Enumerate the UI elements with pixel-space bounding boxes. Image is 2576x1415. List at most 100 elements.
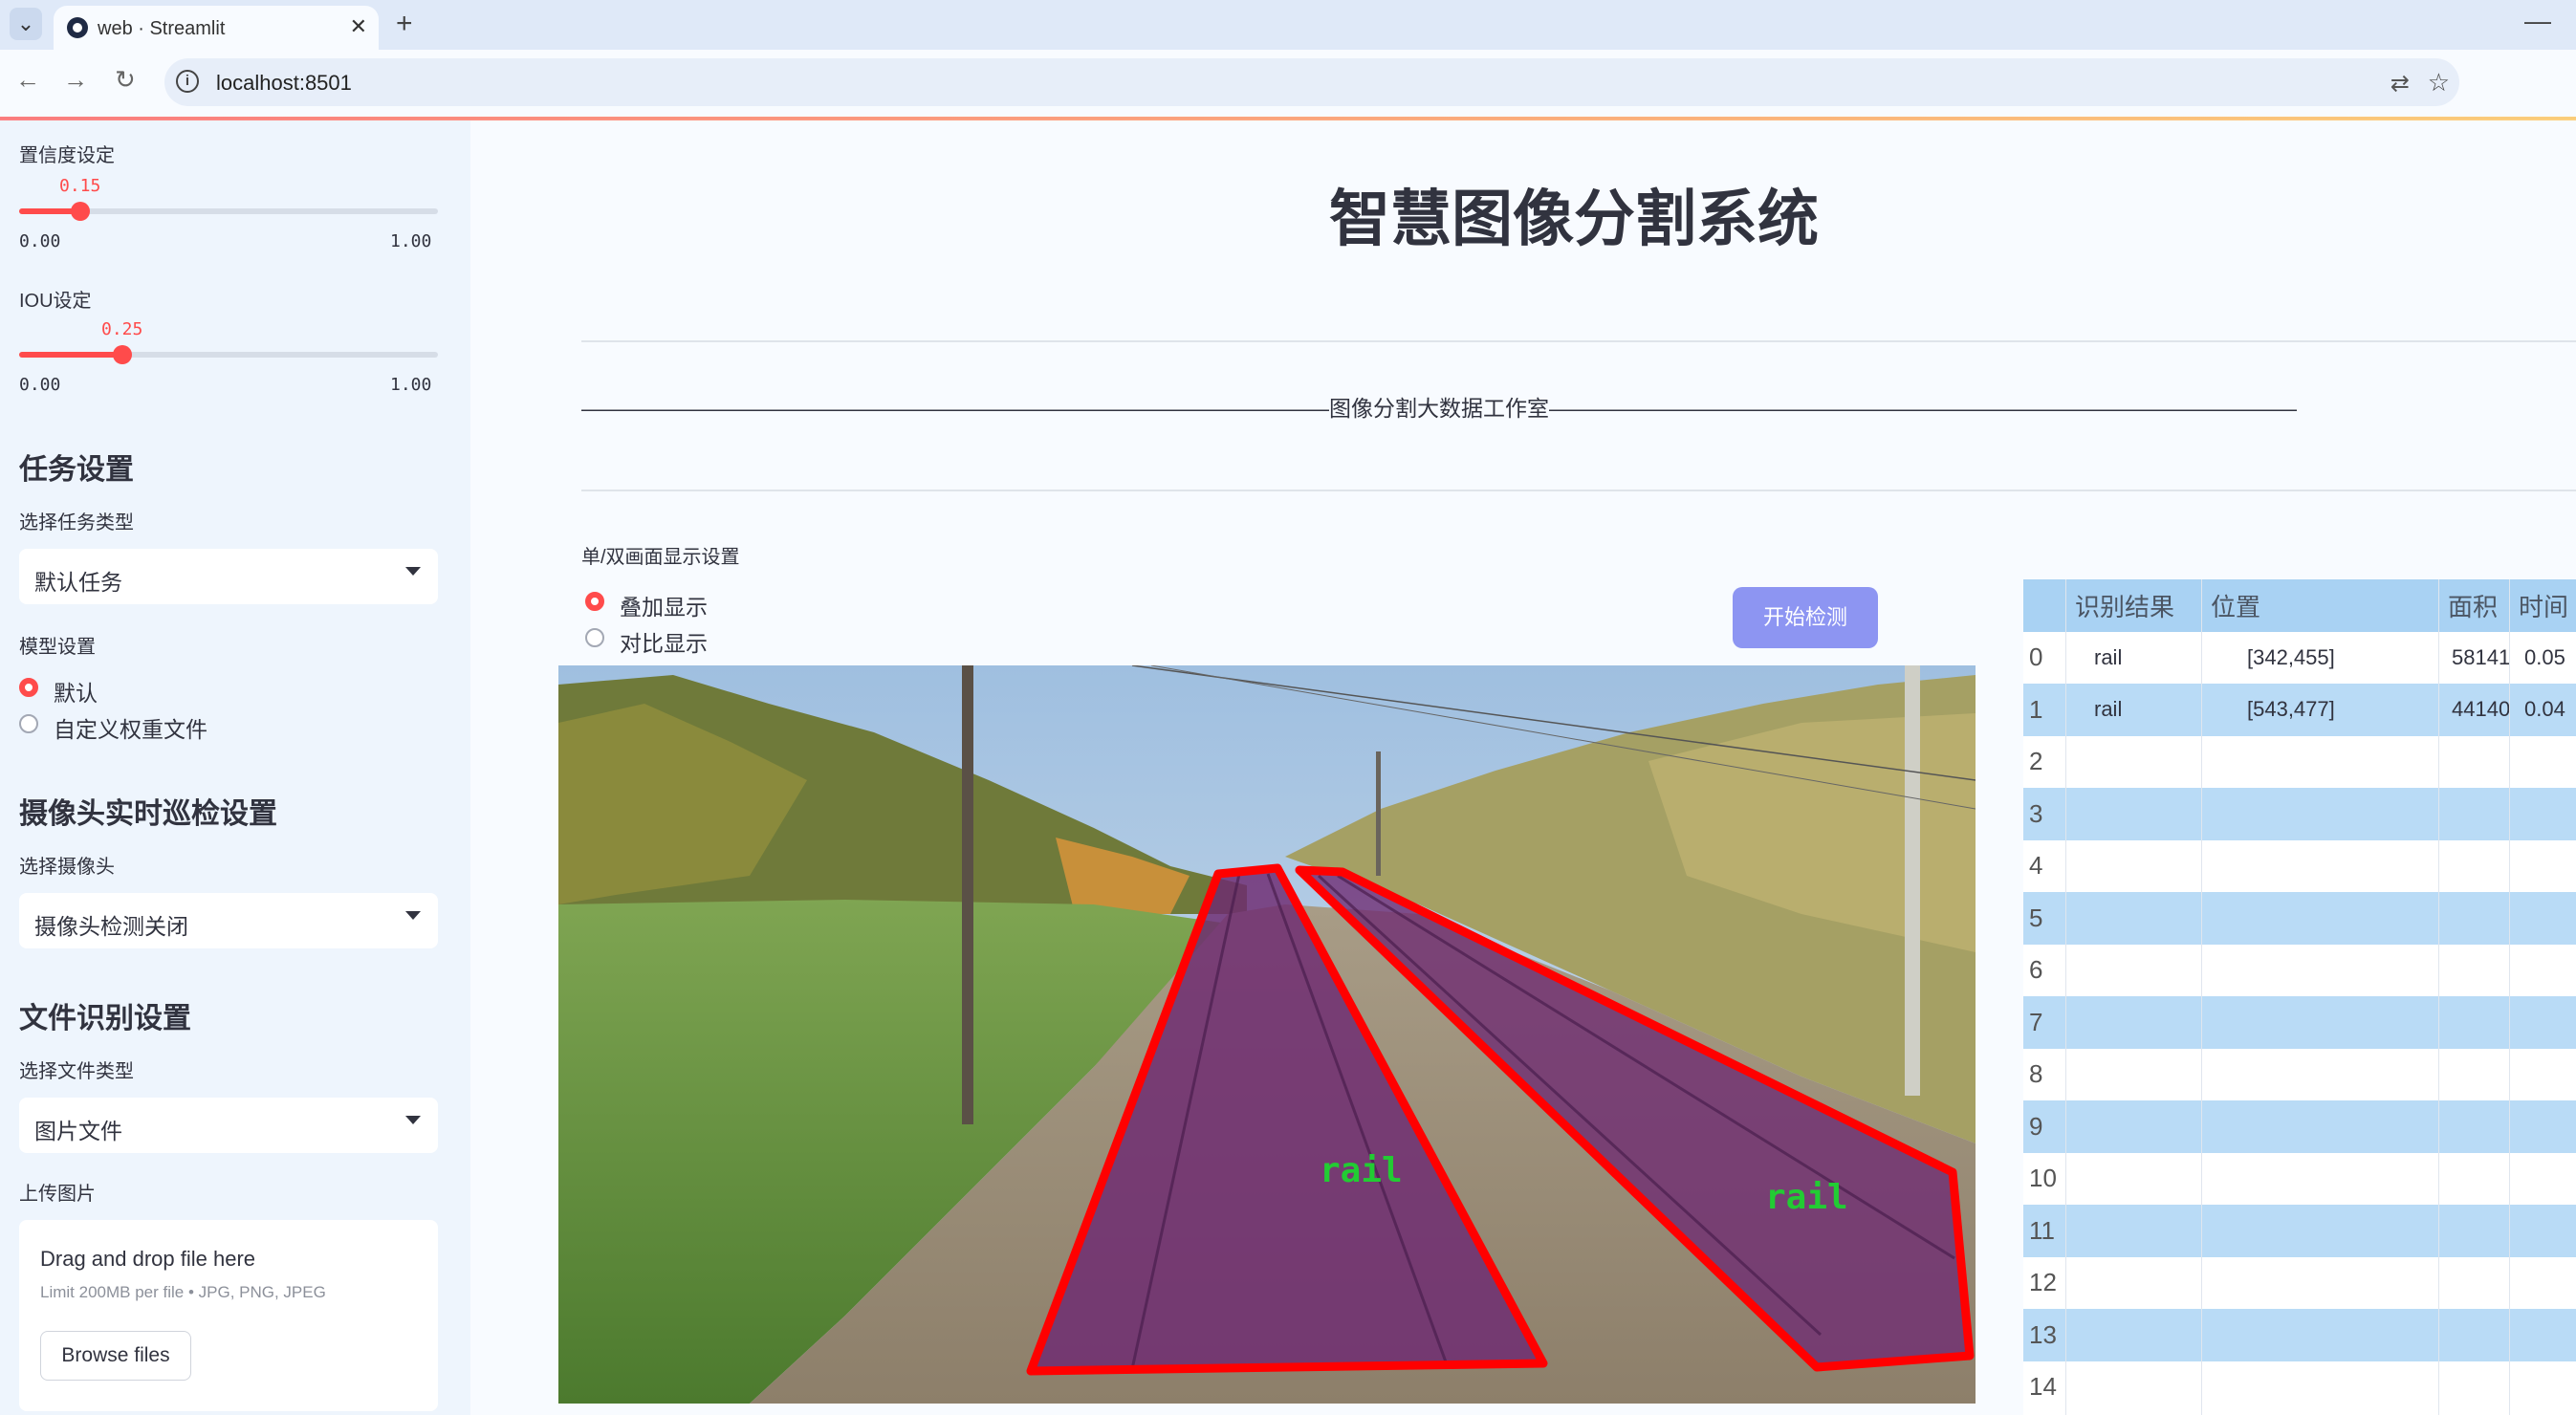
table-row[interactable]: 12 xyxy=(2023,1257,2576,1310)
confidence-value: 0.15 xyxy=(59,176,101,196)
display-mode-label: 单/双画面显示设置 xyxy=(581,547,740,568)
camera-settings-heading: 摄像头实时巡检设置 xyxy=(19,798,277,830)
row-index: 11 xyxy=(2029,1215,2055,1245)
tab-list-chevron-icon[interactable]: ⌄ xyxy=(10,8,42,40)
row-index: 7 xyxy=(2029,1007,2043,1036)
col-divider xyxy=(2509,579,2510,1415)
site-info-icon[interactable]: i xyxy=(176,70,199,93)
row-index: 10 xyxy=(2029,1164,2057,1193)
results-table[interactable]: 识别结果 位置 面积 时间 0 rail [342,455] 58141 0.05 1 ra… xyxy=(2023,579,2576,1415)
iou-slider-thumb[interactable] xyxy=(113,345,132,364)
browse-files-button[interactable]: Browse files xyxy=(40,1331,191,1381)
cell-time: 0.05 xyxy=(2524,644,2565,669)
radio-selected-icon[interactable] xyxy=(19,678,38,697)
table-row[interactable]: 11 xyxy=(2023,1205,2576,1257)
radio-unselected-icon[interactable] xyxy=(19,714,38,733)
minimize-window-icon[interactable]: — xyxy=(2524,6,2551,36)
col-header-area[interactable]: 面积 xyxy=(2448,579,2498,632)
table-row[interactable]: 2 xyxy=(2023,736,2576,789)
forward-arrow-icon[interactable]: → xyxy=(63,65,88,95)
table-row[interactable]: 5 xyxy=(2023,892,2576,945)
bookmark-star-icon[interactable]: ☆ xyxy=(2428,68,2450,98)
iou-max: 1.00 xyxy=(390,375,432,395)
confidence-slider[interactable] xyxy=(19,202,438,221)
row-index: 5 xyxy=(2029,903,2043,932)
table-header-row: 识别结果 位置 面积 时间 xyxy=(2023,579,2576,632)
col-divider xyxy=(2065,579,2066,1415)
cell-position: [543,477] xyxy=(2247,697,2335,722)
table-row[interactable]: 13 xyxy=(2023,1309,2576,1361)
row-index: 9 xyxy=(2029,1111,2043,1141)
table-row[interactable]: 4 xyxy=(2023,840,2576,893)
chevron-down-icon xyxy=(405,567,421,576)
cell-time: 0.04 xyxy=(2524,697,2565,722)
divider-bottom xyxy=(581,490,2576,491)
upload-label: 上传图片 xyxy=(19,1184,96,1205)
table-row[interactable]: 14 xyxy=(2023,1361,2576,1414)
back-arrow-icon[interactable]: ← xyxy=(15,65,40,95)
translate-icon[interactable]: ⇄ xyxy=(2390,70,2410,98)
col-header-result[interactable]: 识别结果 xyxy=(2075,579,2174,632)
divider-top xyxy=(581,340,2576,342)
table-row[interactable]: 8 xyxy=(2023,1049,2576,1101)
detection-label-1: rail xyxy=(1320,1151,1403,1190)
row-index: 13 xyxy=(2029,1319,2057,1349)
file-type-select[interactable]: 图片文件 xyxy=(19,1098,438,1153)
close-tab-icon[interactable]: ✕ xyxy=(350,14,367,39)
table-row[interactable]: 1 rail [543,477] 44140 0.04 xyxy=(2023,684,2576,736)
table-row[interactable]: 7 xyxy=(2023,996,2576,1049)
pole-right xyxy=(1905,665,1920,1096)
table-row[interactable]: 9 xyxy=(2023,1100,2576,1153)
radio-unselected-icon[interactable] xyxy=(585,628,604,647)
pole-left xyxy=(962,665,973,1124)
browser-tab[interactable]: web · Streamlit ✕ xyxy=(54,6,379,50)
table-row[interactable]: 10 xyxy=(2023,1153,2576,1206)
task-settings-heading: 任务设置 xyxy=(19,454,134,486)
file-dropzone[interactable]: Drag and drop file here Limit 200MB per … xyxy=(19,1220,438,1411)
iou-slider[interactable] xyxy=(19,345,438,364)
display-option-compare: 对比显示 xyxy=(620,631,708,656)
row-index: 14 xyxy=(2029,1372,2057,1402)
cell-area: 58141 xyxy=(2452,644,2511,669)
confidence-min: 0.00 xyxy=(19,231,61,251)
browser-tab-bar: ⌄ web · Streamlit ✕ + — xyxy=(0,0,2576,50)
sidebar: 置信度设定 0.15 0.00 1.00 IOU设定 0.25 0.00 1.0… xyxy=(0,120,470,1415)
row-index: 8 xyxy=(2029,1059,2043,1089)
detection-label-2: rail xyxy=(1765,1178,1848,1217)
confidence-slider-thumb[interactable] xyxy=(71,202,90,221)
table-row[interactable]: 0 rail [342,455] 58141 0.05 xyxy=(2023,632,2576,685)
col-divider xyxy=(2438,579,2439,1415)
tab-title: web · Streamlit xyxy=(98,18,226,39)
iou-label: IOU设定 xyxy=(19,291,92,312)
reload-icon[interactable]: ↻ xyxy=(115,65,136,95)
display-option-overlay: 叠加显示 xyxy=(620,595,708,620)
row-index: 3 xyxy=(2029,798,2043,828)
dropzone-limit: Limit 200MB per file • JPG, PNG, JPEG xyxy=(40,1283,326,1301)
iou-slider-fill xyxy=(19,352,122,358)
url-omnibox[interactable]: i localhost:8501 ⇄ ☆ xyxy=(164,58,2459,106)
file-type-label: 选择文件类型 xyxy=(19,1061,134,1082)
row-index: 2 xyxy=(2029,747,2043,776)
task-type-select[interactable]: 默认任务 xyxy=(19,549,438,604)
table-row[interactable]: 6 xyxy=(2023,945,2576,997)
pole-mid xyxy=(1376,751,1381,876)
streamlit-favicon-icon xyxy=(67,17,88,38)
camera-select[interactable]: 摄像头检测关闭 xyxy=(19,893,438,948)
col-header-time[interactable]: 时间 xyxy=(2519,579,2568,632)
url-text[interactable]: localhost:8501 xyxy=(216,71,352,96)
new-tab-plus-icon[interactable]: + xyxy=(396,8,413,40)
row-index: 6 xyxy=(2029,955,2043,985)
radio-selected-icon[interactable] xyxy=(585,592,604,611)
confidence-max: 1.00 xyxy=(390,231,432,251)
dropzone-title: Drag and drop file here xyxy=(40,1247,256,1271)
col-divider xyxy=(2201,579,2202,1415)
chevron-down-icon xyxy=(405,911,421,920)
col-header-position[interactable]: 位置 xyxy=(2211,579,2260,632)
file-settings-heading: 文件识别设置 xyxy=(19,1003,191,1034)
cell-area: 44140 xyxy=(2452,697,2511,722)
table-row[interactable]: 3 xyxy=(2023,788,2576,840)
confidence-label: 置信度设定 xyxy=(19,145,115,166)
studio-banner: ——————————————————————————————————图像分割大数… xyxy=(581,396,2297,421)
start-detection-button[interactable]: 开始检测 xyxy=(1733,587,1878,648)
page-title: 智慧图像分割系统 xyxy=(1329,185,1819,253)
